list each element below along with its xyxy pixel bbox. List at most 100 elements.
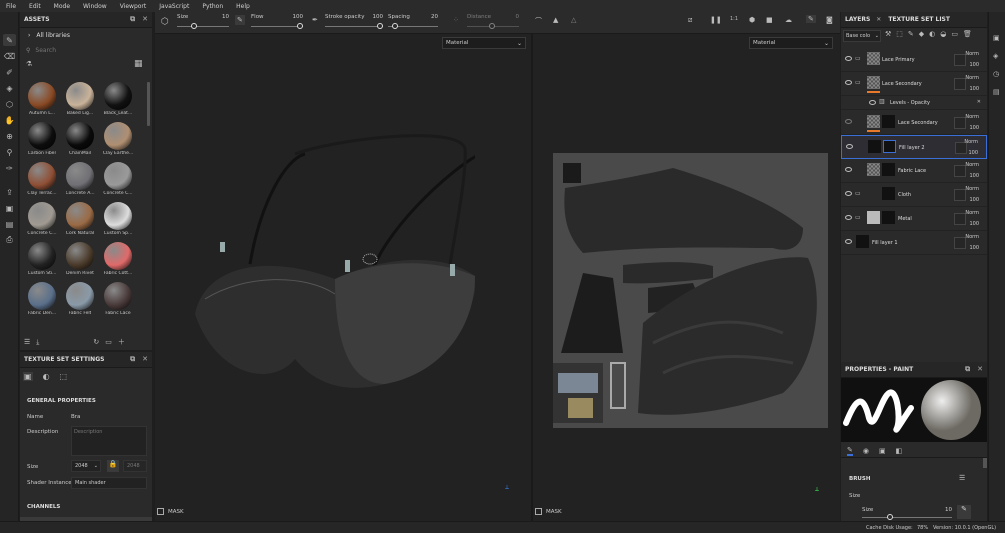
distance-knob[interactable] [489, 23, 495, 29]
screenshot-icon[interactable]: ◙ [826, 16, 833, 24]
blend-mode[interactable]: Norm [965, 162, 979, 168]
tab-channels-icon[interactable]: ◐ [43, 372, 50, 381]
layer-opacity[interactable]: 100 [969, 245, 979, 251]
mirror-icon[interactable]: ▲ [553, 16, 558, 24]
layer-row[interactable]: ▭ Lace Primary Norm 100 [841, 48, 987, 72]
layer-name[interactable]: Lace Secondary [882, 81, 922, 87]
tab-stencil-icon[interactable]: ▣ [879, 447, 886, 455]
asset-tile[interactable]: Fabric Lace [100, 282, 136, 316]
effect-name[interactable]: Levels - Opacity [890, 100, 930, 106]
brush-presets-icon[interactable]: ☰ [959, 474, 965, 482]
visibility-eye-icon[interactable] [845, 215, 852, 220]
visibility-eye-icon[interactable] [845, 239, 852, 244]
environment-icon[interactable]: ☁ [785, 16, 792, 24]
pen-pressure-icon[interactable]: ✎ [957, 505, 971, 519]
shader-instance-select[interactable]: Main shader [71, 477, 147, 489]
bake-icon[interactable]: ⇪ [3, 186, 16, 198]
toggle-2d-icon[interactable]: ⧄ [688, 16, 692, 25]
menu-window[interactable]: Window [83, 3, 107, 10]
blend-mode[interactable]: Norm [965, 51, 979, 57]
menu-viewport[interactable]: Viewport [120, 3, 147, 10]
size-select[interactable]: 2048 ⌄ [71, 460, 101, 472]
close-icon[interactable]: ✕ [142, 15, 148, 24]
blend-mode[interactable]: Norm [964, 139, 978, 145]
asset-tile[interactable]: Concrete C... [100, 162, 136, 196]
asset-tile[interactable]: Cork Natural [62, 202, 98, 236]
asset-tile[interactable]: Concrete C... [24, 202, 60, 236]
layer-name[interactable]: Metal [898, 216, 912, 222]
lock-icon[interactable]: 🔒 [107, 460, 119, 472]
mirror-alt-icon[interactable]: △ [571, 16, 576, 24]
blend-mode[interactable]: Norm [965, 75, 979, 81]
tab-material-icon[interactable]: ◉ [863, 447, 869, 455]
symmetry-icon[interactable]: ⬡ [161, 17, 169, 27]
paint-mode-icon[interactable]: ✎ [806, 15, 816, 23]
menu-javascript[interactable]: JavaScript [159, 3, 189, 10]
flow-knob[interactable] [297, 23, 303, 29]
list-settings-icon[interactable]: ☰ [24, 338, 30, 346]
float-panel-icon[interactable]: ⧉ [965, 365, 970, 374]
library-row[interactable]: › All libraries [20, 28, 152, 42]
asset-tile[interactable]: Baked Lig... [62, 82, 98, 116]
assets-scrollbar[interactable] [147, 82, 150, 126]
layer-row[interactable]: ▭ Lace Secondary Norm 100 [841, 72, 987, 96]
menu-file[interactable]: File [6, 3, 16, 10]
asset-tile[interactable]: Denim Rivet [62, 242, 98, 276]
size-knob[interactable] [191, 23, 197, 29]
mask-toggle-3d[interactable]: MASK [157, 508, 184, 515]
spacing-slider[interactable]: Spacing 20 [388, 14, 438, 32]
grid-view-icon[interactable]: ▦ [134, 59, 143, 69]
visibility-eye-icon[interactable] [845, 56, 852, 61]
layer-opacity[interactable]: 100 [969, 86, 979, 92]
visibility-eye-icon[interactable] [845, 80, 852, 85]
clone-tool-icon[interactable]: ⊕ [3, 130, 16, 142]
spacing-knob[interactable] [392, 23, 398, 29]
asset-tile[interactable]: Fabric Den... [24, 282, 60, 316]
asset-tile[interactable]: Clay Terrac... [24, 162, 60, 196]
channel-select[interactable]: Base colo ⌄ [843, 30, 881, 42]
size-slider[interactable]: Size 10 [177, 14, 229, 32]
pause-icon[interactable]: ❚❚ [710, 16, 722, 24]
layer-opacity[interactable]: 100 [969, 197, 979, 203]
close-icon[interactable]: ✕ [142, 355, 148, 364]
asset-tile[interactable]: ChainMail [62, 122, 98, 156]
menu-help[interactable]: Help [236, 3, 250, 10]
visibility-eye-icon[interactable] [845, 167, 852, 172]
refresh-icon[interactable]: ↻ [93, 338, 99, 346]
menu-mode[interactable]: Mode [54, 3, 70, 10]
remove-effect-icon[interactable]: ✕ [977, 99, 981, 105]
viewport-3d[interactable]: Material ⌄ ⟂ MASK [155, 34, 531, 521]
name-value[interactable]: Bra [71, 414, 80, 420]
asset-tile[interactable]: Concrete A... [62, 162, 98, 196]
delete-layer-icon[interactable]: 🗑 [963, 30, 972, 38]
history-icon[interactable]: ◷ [993, 70, 999, 78]
visibility-eye-icon[interactable] [845, 191, 852, 196]
layer-name[interactable]: Fabric Lace [898, 168, 926, 174]
add-paint-layer-icon[interactable]: ✎ [908, 30, 914, 38]
add-generator-icon[interactable]: ◒ [940, 30, 946, 38]
layer-opacity[interactable]: 100 [968, 150, 978, 156]
visibility-eye-icon[interactable] [845, 119, 852, 124]
shelf-icon[interactable]: ◈ [993, 52, 998, 60]
display-settings-icon[interactable]: ▣ [3, 202, 16, 214]
layer-row[interactable]: ▭ Metal Norm 100 [841, 207, 987, 231]
tab-uv-icon[interactable]: ⬚ [60, 372, 68, 381]
add-icon[interactable]: ＋ [118, 337, 125, 347]
tab-brush-icon[interactable]: ✎ [847, 446, 853, 456]
layer-name[interactable]: Fill layer 2 [899, 145, 925, 151]
layer-opacity[interactable]: 100 [969, 125, 979, 131]
export-icon[interactable]: ⎙ [3, 234, 16, 246]
eraser-tool-icon[interactable]: ⌫ [3, 50, 16, 62]
tab-alpha-icon[interactable]: ◧ [896, 447, 903, 455]
view-cube-icon[interactable]: ⬢ [749, 16, 755, 24]
float-panel-icon[interactable]: ⧉ [130, 355, 135, 364]
visibility-eye-icon[interactable] [846, 144, 853, 149]
layer-row[interactable]: Lace Secondary Norm 100 [841, 111, 987, 135]
asset-tile[interactable]: Black_Leat... [100, 82, 136, 116]
layer-row[interactable]: Fill layer 1 Norm 100 [841, 231, 987, 255]
display-settings-icon[interactable]: ▣ [993, 34, 1000, 42]
layer-row-selected[interactable]: Fill layer 2 Norm 100 [841, 135, 987, 159]
asset-tile[interactable]: Clay Earthe... [100, 122, 136, 156]
blend-mode[interactable]: Norm [965, 210, 979, 216]
tab-texture-set-list[interactable]: TEXTURE SET LIST [888, 16, 950, 23]
